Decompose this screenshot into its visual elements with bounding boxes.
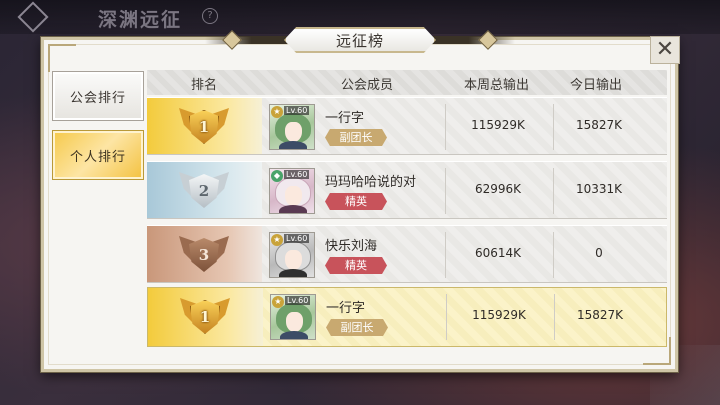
level-label: Lv.60 bbox=[284, 170, 310, 179]
rank-number: 2 bbox=[198, 182, 210, 200]
level-label: Lv.60 bbox=[284, 234, 310, 243]
member-name: 快乐刘海 bbox=[325, 239, 378, 254]
column-divider bbox=[446, 294, 447, 340]
today-output: 15827K bbox=[576, 308, 624, 322]
gold-rank-badge-icon: 1 bbox=[179, 104, 229, 150]
member-name: 一行字 bbox=[325, 111, 365, 126]
dialog-title: 远征榜 bbox=[284, 27, 436, 53]
panel-corner-ornament bbox=[48, 44, 76, 72]
level-label: Lv.60 bbox=[284, 106, 310, 115]
back-icon[interactable] bbox=[17, 1, 49, 33]
tab-label: 个人排行 bbox=[69, 149, 126, 165]
role-badge: 副团长 bbox=[326, 319, 388, 336]
tab-personal-ranking[interactable]: 个人排行 bbox=[52, 130, 144, 180]
today-output: 15827K bbox=[575, 118, 623, 132]
bronze-rank-badge-icon: 3 bbox=[179, 232, 229, 278]
table-header: 排名 公会成员 本周总输出 今日输出 bbox=[147, 70, 667, 95]
gold-rank-badge-icon: 1 bbox=[180, 294, 230, 340]
ornament-gem-icon bbox=[478, 30, 498, 50]
weekly-output: 115929K bbox=[471, 118, 525, 132]
header-weekly-output: 本周总输出 bbox=[464, 78, 530, 93]
member-name: 一行字 bbox=[326, 301, 366, 316]
table-row[interactable]: 3 ★ Lv.60 快乐刘海 精英 60614K 0 bbox=[147, 225, 667, 283]
column-divider bbox=[553, 232, 554, 278]
avatar[interactable]: ★ Lv.60 bbox=[269, 104, 315, 150]
header-rank: 排名 bbox=[191, 78, 218, 93]
close-button[interactable]: ✕ bbox=[650, 36, 680, 64]
column-divider bbox=[445, 232, 446, 278]
table-row[interactable]: 2 ◆ Lv.60 玛玛哈哈说的对 精英 62996K 10331K bbox=[147, 161, 667, 219]
avatar[interactable]: ★ Lv.60 bbox=[270, 294, 316, 340]
table-row[interactable]: 1 ★ Lv.60 一行字 副团长 115929K 15827K bbox=[147, 97, 667, 155]
class-icon: ★ bbox=[272, 296, 284, 308]
tab-guild-ranking[interactable]: 公会排行 bbox=[52, 71, 144, 121]
class-icon: ★ bbox=[271, 234, 283, 246]
member-name: 玛玛哈哈说的对 bbox=[325, 175, 417, 190]
header-member: 公会成员 bbox=[341, 78, 394, 93]
avatar[interactable]: ★ Lv.60 bbox=[269, 232, 315, 278]
weekly-output: 60614K bbox=[474, 246, 522, 260]
help-icon[interactable]: ? bbox=[202, 8, 218, 24]
ornament-gem-icon bbox=[222, 30, 242, 50]
avatar[interactable]: ◆ Lv.60 bbox=[269, 168, 315, 214]
rank-number: 3 bbox=[198, 246, 210, 264]
today-output: 10331K bbox=[575, 182, 623, 196]
weekly-output: 115929K bbox=[472, 308, 526, 322]
column-divider bbox=[553, 168, 554, 214]
close-icon: ✕ bbox=[655, 37, 675, 62]
tab-label: 公会排行 bbox=[69, 90, 126, 106]
role-badge: 精英 bbox=[325, 193, 387, 210]
weekly-output: 62996K bbox=[474, 182, 522, 196]
role-badge: 精英 bbox=[325, 257, 387, 274]
level-label: Lv.60 bbox=[285, 296, 311, 305]
column-divider bbox=[553, 104, 554, 150]
rank-number: 1 bbox=[198, 118, 210, 136]
header-today-output: 今日输出 bbox=[570, 78, 623, 93]
column-divider bbox=[445, 168, 446, 214]
today-output: 0 bbox=[595, 246, 603, 260]
self-rank-row[interactable]: 1 ★ Lv.60 一行字 副团长 115929K 15827K bbox=[147, 287, 667, 347]
silver-rank-badge-icon: 2 bbox=[179, 168, 229, 214]
screen-title: 深渊远征 bbox=[98, 9, 183, 31]
column-divider bbox=[554, 294, 555, 340]
class-icon: ◆ bbox=[271, 170, 283, 182]
role-badge: 副团长 bbox=[325, 129, 387, 146]
rank-number: 1 bbox=[199, 308, 211, 326]
class-icon: ★ bbox=[271, 106, 283, 118]
column-divider bbox=[445, 104, 446, 150]
